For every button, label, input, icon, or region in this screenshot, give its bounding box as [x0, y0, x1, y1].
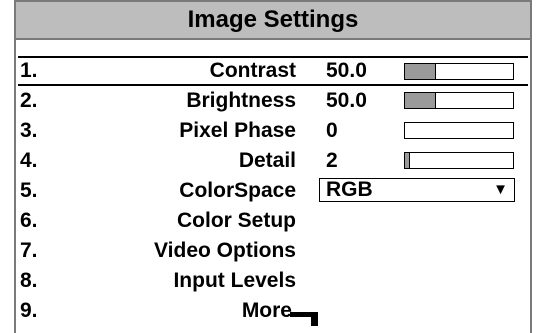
item-label: Brightness: [186, 89, 296, 112]
submenu-corner-icon: [290, 312, 318, 326]
item-number: 2.: [20, 89, 38, 112]
colorspace-select[interactable]: RGB ▼: [319, 178, 515, 202]
item-number: 8.: [20, 269, 38, 292]
item-number: 6.: [20, 209, 38, 232]
menu-item-video-options[interactable]: 7. Video Options: [18, 236, 528, 266]
triangle-down-icon: ▼: [493, 181, 508, 198]
colorspace-selected-value: RGB: [326, 178, 373, 201]
detail-value: 2: [326, 149, 338, 172]
contrast-slider[interactable]: [404, 63, 514, 80]
brightness-slider[interactable]: [404, 92, 514, 109]
detail-slider[interactable]: [404, 152, 514, 169]
menu-item-colorspace[interactable]: 5. ColorSpace RGB ▼: [18, 176, 528, 206]
item-label: Pixel Phase: [179, 119, 296, 142]
item-label: ColorSpace: [179, 179, 296, 202]
item-label: Contrast: [209, 59, 296, 82]
slider-fill: [405, 93, 437, 108]
menu-item-brightness[interactable]: 2. Brightness 50.0: [18, 86, 528, 116]
item-number: 7.: [20, 239, 38, 262]
menu-item-input-levels[interactable]: 8. Input Levels: [18, 266, 528, 296]
contrast-value: 50.0: [326, 59, 367, 82]
item-label: Video Options: [154, 239, 296, 262]
pixel-phase-value: 0: [326, 119, 338, 142]
menu-item-more[interactable]: 9. More: [18, 296, 528, 326]
item-label: Input Levels: [173, 269, 296, 292]
item-label: Color Setup: [177, 209, 296, 232]
item-label: More: [241, 299, 292, 322]
item-label: Detail: [238, 149, 296, 172]
menu-title: Image Settings: [16, 0, 530, 40]
item-number: 9.: [20, 299, 38, 322]
item-number: 1.: [20, 59, 38, 82]
pixel-phase-slider[interactable]: [404, 122, 514, 139]
item-number: 5.: [20, 179, 38, 202]
menu-item-pixel-phase[interactable]: 3. Pixel Phase 0: [18, 116, 528, 146]
slider-fill: [405, 64, 437, 79]
item-number: 4.: [20, 149, 38, 172]
image-settings-menu: Image Settings 1. Contrast 50.0 2. Brigh…: [14, 0, 532, 333]
slider-fill: [405, 153, 411, 168]
brightness-value: 50.0: [326, 89, 367, 112]
menu-item-contrast[interactable]: 1. Contrast 50.0: [18, 56, 528, 86]
item-number: 3.: [20, 119, 38, 142]
menu-item-detail[interactable]: 4. Detail 2: [18, 146, 528, 176]
menu-item-color-setup[interactable]: 6. Color Setup: [18, 206, 528, 236]
